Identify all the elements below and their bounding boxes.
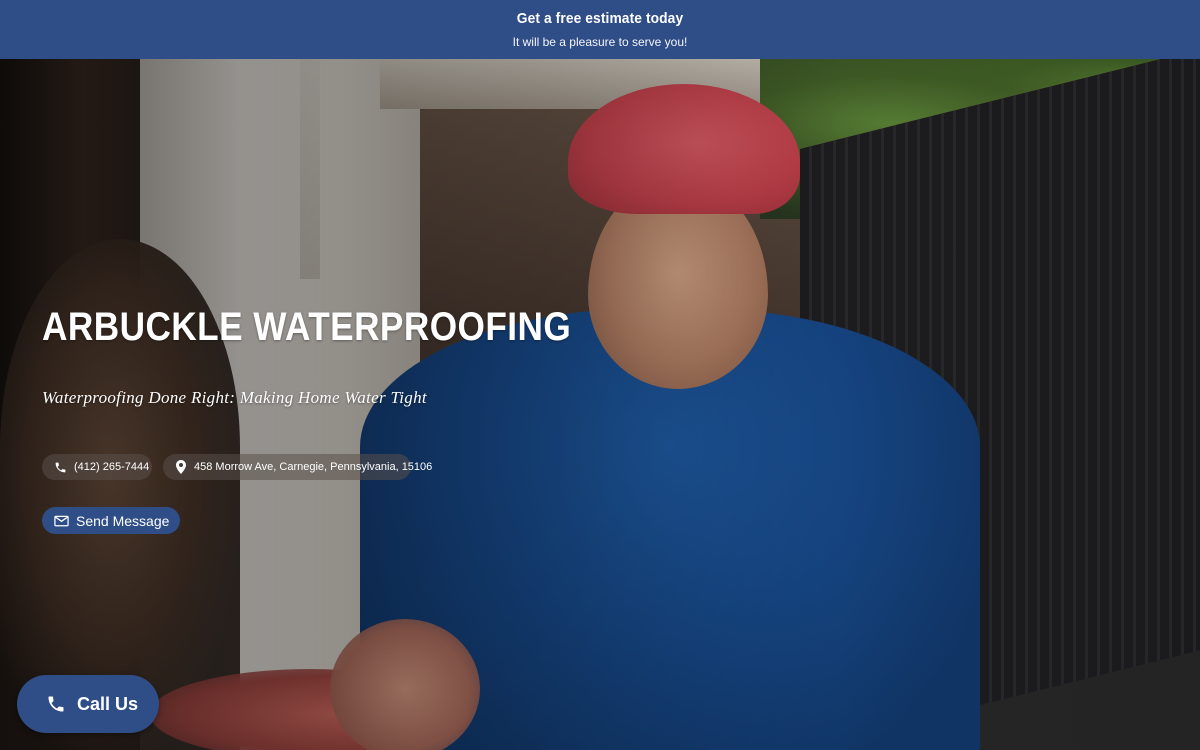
phone-icon [54,459,67,475]
address-text: 458 Morrow Ave, Carnegie, Pennsylvania, … [194,461,433,473]
call-us-label: Call Us [77,693,139,714]
send-message-label: Send Message [76,512,170,529]
call-us-button[interactable]: Call Us [17,675,159,733]
phone-icon [45,693,67,715]
promo-subtitle: It will be a pleasure to serve you! [512,35,688,49]
promo-title: Get a free estimate today [516,10,684,27]
address-chip[interactable]: 458 Morrow Ave, Carnegie, Pennsylvania, … [163,454,432,480]
brand-title: ARBUCKLE WATERPROOFING [42,305,572,349]
phone-chip[interactable]: (412) 265-7444 [42,454,152,480]
tagline: Waterproofing Done Right: Making Home Wa… [42,388,427,407]
promo-top-bar: Get a free estimate today It will be a p… [0,0,1200,59]
hero-section: ARBUCKLE WATERPROOFING Waterproofing Don… [0,59,1200,750]
map-pin-icon [175,459,187,475]
send-message-button[interactable]: Send Message [42,507,181,534]
phone-number: (412) 265-7444 [74,461,150,473]
envelope-icon [53,513,69,529]
